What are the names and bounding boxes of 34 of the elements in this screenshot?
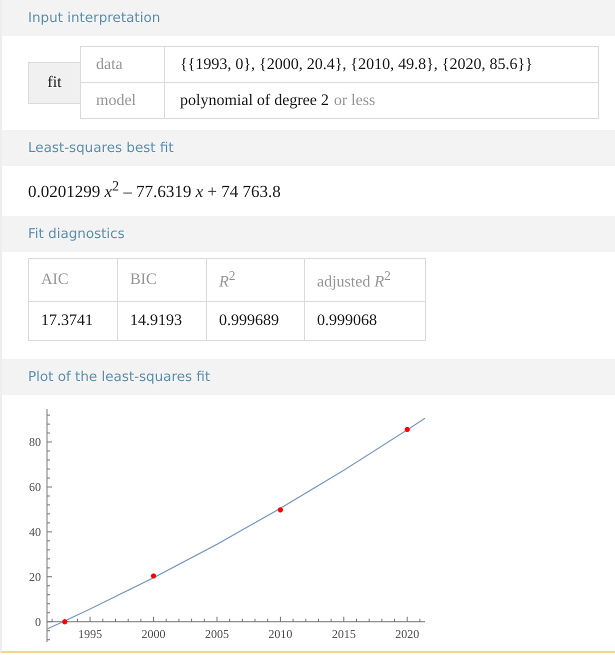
table-cell: 0.999689 [206,301,304,340]
data-point [150,573,156,578]
table-cell: 17.3741 [28,301,118,340]
section-header: Fit diagnostics [2,216,615,252]
y-tick-label: 80 [29,434,41,449]
x-tick-label: 2010 [268,626,292,640]
data-point [278,506,283,512]
x-tick-label: 2015 [332,626,356,640]
function-cell: fit [28,62,80,104]
section-header: Least-squares best fit [2,130,615,166]
parameter-value: {{1993, 0}, {2000, 20.4}, {2010, 49.8}, {2020, 85.6}} [180,56,533,74]
section-header: Input interpretation [2,0,615,36]
data-point [62,618,68,624]
parameter-label: model [81,83,165,118]
y-tick-label: 40 [29,524,41,539]
y-tick-label: 0 [35,614,41,628]
data-point [404,426,410,432]
parameter-note: or less [334,92,376,110]
table-header: AIC [28,258,118,302]
y-tick-label: 20 [29,570,41,584]
parameter-value: polynomial of degree 2 [180,92,329,110]
table-header: R$^{2}$ [206,258,304,302]
x-tick-label: 2005 [204,626,229,640]
x-tick-label: 2000 [142,626,166,640]
parameter-label: data [81,47,165,82]
table-cell: 0.999068 [304,301,426,340]
table-header: adjusted R$^{2}$ [304,258,426,302]
x-tick-label: 2020 [395,626,420,640]
section-header: Plot of the least-squares fit [2,358,615,395]
x-tick-label: 1995 [78,626,102,640]
y-tick-label: 60 [29,480,41,494]
table-header: BIC [118,258,206,302]
fit-formula: 0.0201299 x$^{2}$ – 77.6319 x + 74 763.8 [28,182,281,201]
table-cell: 14.9193 [118,301,206,340]
